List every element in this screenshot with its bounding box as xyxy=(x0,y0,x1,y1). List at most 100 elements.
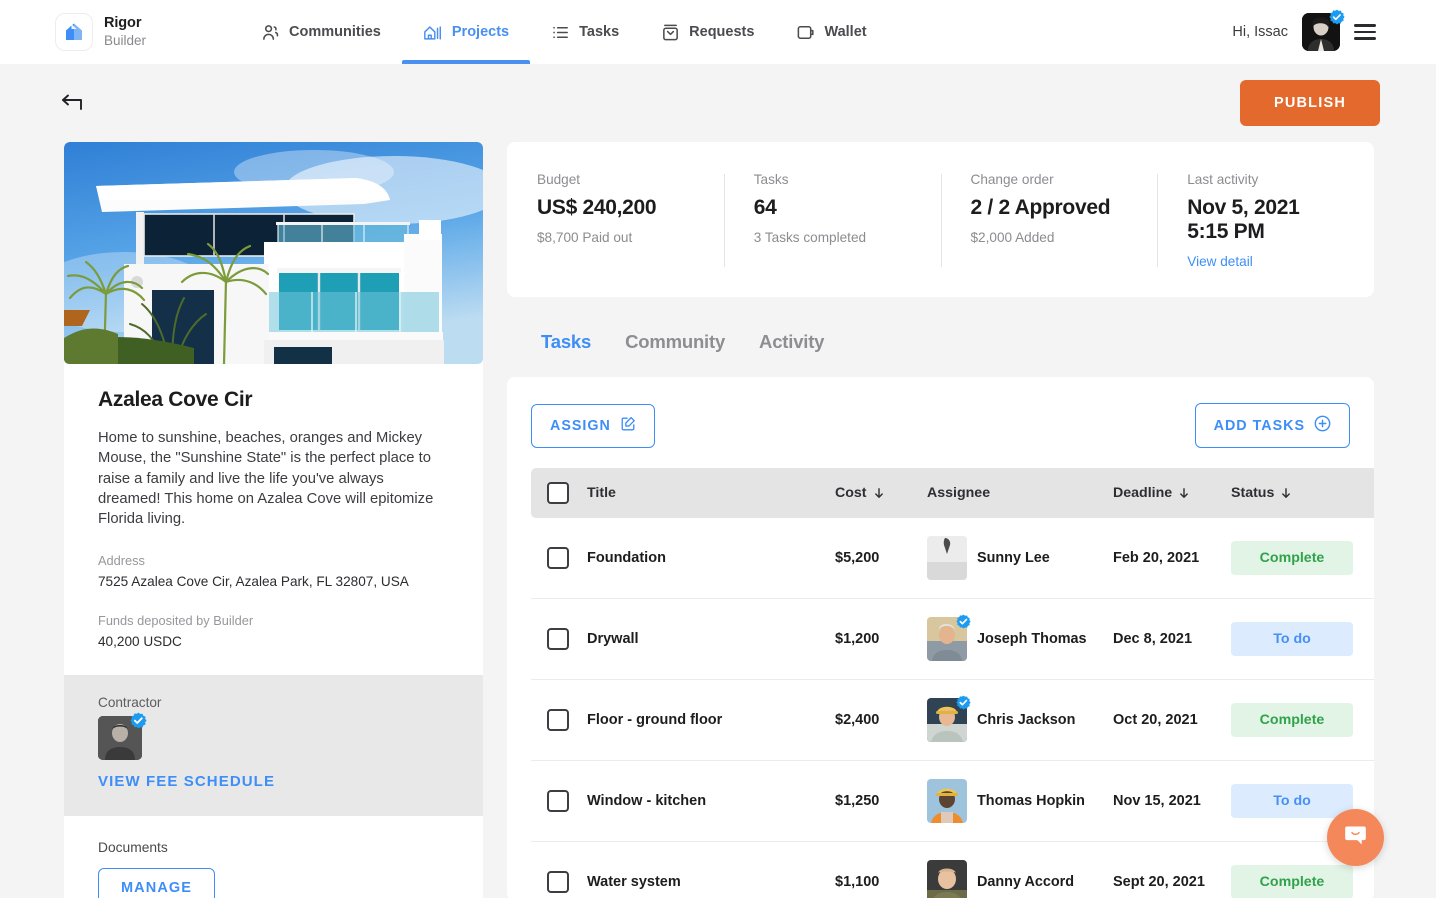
stat-label: Last activity xyxy=(1187,172,1259,187)
task-assignee-cell: Danny Accord xyxy=(927,841,1113,898)
people-icon xyxy=(261,23,280,42)
verified-badge-icon xyxy=(130,712,147,729)
select-all-checkbox[interactable] xyxy=(547,482,569,504)
nav-item-requests[interactable]: Requests xyxy=(640,0,775,64)
arrow-down-icon xyxy=(1180,488,1189,498)
brand-logo-block[interactable]: Rigor Builder xyxy=(55,13,146,51)
task-cost: $5,200 xyxy=(835,518,927,599)
project-hero-image xyxy=(64,142,483,364)
hamburger-menu-icon[interactable] xyxy=(1354,20,1376,43)
nav-links: Communities Projects Tasks Requests Wall… xyxy=(240,0,888,64)
stat-value: Nov 5, 2021 5:15 PM xyxy=(1187,196,1300,243)
task-assignee-cell: Sunny Lee xyxy=(927,518,1113,599)
task-title: Floor - ground floor xyxy=(587,679,835,761)
task-status-cell: To do xyxy=(1231,598,1374,680)
page-body: Azalea Cove Cir Home to sunshine, beache… xyxy=(0,142,1436,898)
project-info-card: Azalea Cove Cir Home to sunshine, beache… xyxy=(64,142,483,898)
status-badge[interactable]: Complete xyxy=(1231,865,1353,898)
task-assignee-cell: Joseph Thomas xyxy=(927,598,1113,680)
status-badge[interactable]: Complete xyxy=(1231,703,1353,737)
arrow-down-icon xyxy=(874,488,883,498)
chat-bubble-icon xyxy=(1342,821,1370,854)
table-row[interactable]: Water system $1,100 Danny Accord Sept 20… xyxy=(531,841,1374,898)
stat-label: Change order xyxy=(970,172,1054,187)
user-greeting: Hi, Issac xyxy=(1232,24,1288,40)
nav-item-tasks[interactable]: Tasks xyxy=(530,0,640,64)
tab-tasks[interactable]: Tasks xyxy=(541,331,625,353)
status-badge[interactable]: To do xyxy=(1231,784,1353,818)
stat-value: 64 xyxy=(753,196,777,219)
assignee-avatar-wrap xyxy=(927,614,971,661)
funds-value: 40,200 USDC xyxy=(98,634,182,650)
select-all-header xyxy=(531,468,587,518)
verified-badge-icon xyxy=(956,614,971,629)
contractor-section: Contractor VIEW FEE SCHEDULE xyxy=(64,675,483,817)
table-row[interactable]: Floor - ground floor $2,400 Chris Jackso… xyxy=(531,679,1374,761)
view-detail-link[interactable]: View detail xyxy=(1187,254,1344,269)
add-tasks-button[interactable]: ADD TASKS xyxy=(1194,403,1350,448)
rigor-house-logo-icon xyxy=(55,13,93,51)
column-header-assignee[interactable]: Assignee xyxy=(927,468,1113,518)
stat-value: 2 / 2 Approved xyxy=(970,196,1111,219)
back-arrow-icon[interactable] xyxy=(60,92,88,114)
assignee-avatar-wrap xyxy=(927,536,967,580)
task-title: Foundation xyxy=(587,518,835,599)
chat-launcher-button[interactable] xyxy=(1327,809,1384,866)
nav-item-communities[interactable]: Communities xyxy=(240,0,402,64)
stat-label: Tasks xyxy=(753,172,789,187)
contractor-avatar-wrap[interactable] xyxy=(98,712,147,761)
table-row[interactable]: Drywall $1,200 Joseph Thomas Dec 8, 2021… xyxy=(531,598,1374,680)
top-navigation-bar: Rigor Builder Communities Projects Tasks… xyxy=(0,0,1436,64)
row-checkbox[interactable] xyxy=(547,709,569,731)
task-cost: $2,400 xyxy=(835,679,927,761)
nav-item-wallet[interactable]: Wallet xyxy=(775,0,887,64)
add-tasks-label: ADD TASKS xyxy=(1213,417,1305,434)
column-header-status[interactable]: Status xyxy=(1231,468,1374,518)
task-status-cell: Complete xyxy=(1231,518,1374,599)
tab-community[interactable]: Community xyxy=(625,331,759,353)
user-avatar-wrap[interactable] xyxy=(1302,9,1345,51)
wallet-icon xyxy=(796,23,815,42)
assign-label: ASSIGN xyxy=(550,417,611,434)
arrow-down-icon xyxy=(1282,488,1291,498)
assignee-avatar xyxy=(927,860,967,898)
column-header-cost[interactable]: Cost xyxy=(835,468,927,518)
table-row[interactable]: Foundation $5,200 Sunny Lee Feb 20, 2021… xyxy=(531,518,1374,599)
nav-item-projects[interactable]: Projects xyxy=(401,0,531,64)
contractor-label: Contractor xyxy=(98,695,162,711)
nav-right-cluster: Hi, Issac xyxy=(1232,9,1376,51)
row-checkbox[interactable] xyxy=(547,871,569,893)
row-checkbox-cell xyxy=(531,518,587,599)
list-icon xyxy=(551,23,570,42)
task-deadline: Sept 20, 2021 xyxy=(1113,841,1231,898)
assignee-name: Thomas Hopkin xyxy=(977,793,1085,809)
view-fee-schedule-link[interactable]: VIEW FEE SCHEDULE xyxy=(98,773,449,790)
address-value: 7525 Azalea Cove Cir, Azalea Park, FL 32… xyxy=(98,574,409,590)
row-checkbox[interactable] xyxy=(547,628,569,650)
documents-section: Documents MANAGE xyxy=(64,816,483,898)
tasks-table-body: Foundation $5,200 Sunny Lee Feb 20, 2021… xyxy=(531,518,1374,898)
row-checkbox-cell xyxy=(531,841,587,898)
assign-button[interactable]: ASSIGN xyxy=(531,403,655,448)
task-cost: $1,200 xyxy=(835,598,927,680)
tab-activity[interactable]: Activity xyxy=(759,331,858,353)
verified-badge-icon xyxy=(1329,9,1345,25)
publish-button[interactable]: PUBLISH xyxy=(1239,80,1380,126)
row-checkbox[interactable] xyxy=(547,790,569,812)
manage-documents-button[interactable]: MANAGE xyxy=(98,868,216,898)
assignee-name: Chris Jackson xyxy=(977,712,1076,728)
tasks-table: Title Cost Assignee Deadline Status Foun… xyxy=(531,468,1374,898)
task-status-cell: Complete xyxy=(1231,679,1374,761)
row-checkbox-cell xyxy=(531,760,587,842)
table-row[interactable]: Window - kitchen $1,250 Thomas Hopkin No… xyxy=(531,760,1374,842)
stat-tasks: Tasks 64 3 Tasks completed xyxy=(723,172,941,269)
row-checkbox[interactable] xyxy=(547,547,569,569)
column-header-deadline[interactable]: Deadline xyxy=(1113,468,1231,518)
nav-label-requests: Requests xyxy=(689,24,755,40)
status-badge[interactable]: Complete xyxy=(1231,541,1353,575)
funds-label: Funds deposited by Builder xyxy=(98,613,254,629)
nav-label-wallet: Wallet xyxy=(824,24,867,40)
column-header-title[interactable]: Title xyxy=(587,468,835,518)
stat-sub: $8,700 Paid out xyxy=(537,230,633,245)
status-badge[interactable]: To do xyxy=(1231,622,1353,656)
